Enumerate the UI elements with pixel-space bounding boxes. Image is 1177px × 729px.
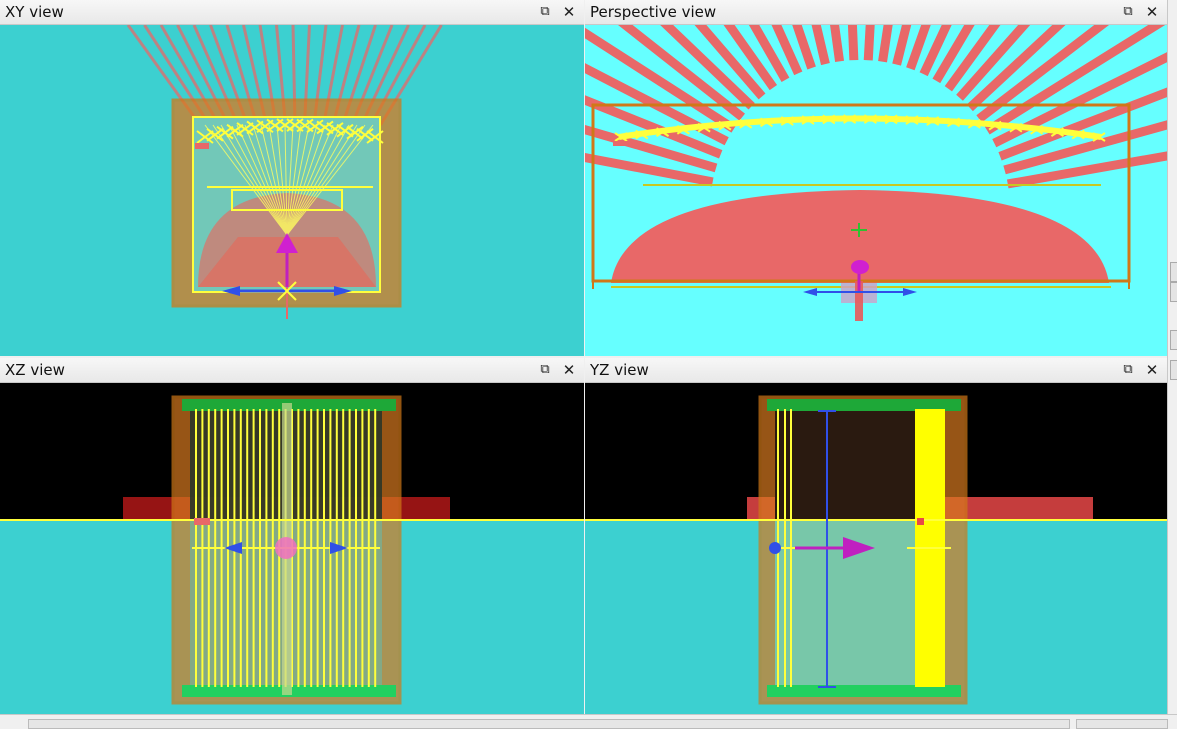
perspective-view-title: Perspective view xyxy=(590,3,717,21)
xz-scene xyxy=(0,383,584,714)
scrollbar-thumb[interactable] xyxy=(1076,719,1168,729)
xy-view-pane: XY view ⧉ ✕ xyxy=(0,0,584,356)
yz-viewport[interactable] xyxy=(585,383,1167,714)
close-icon[interactable]: ✕ xyxy=(1143,361,1161,379)
dock-tab-button[interactable] xyxy=(1170,360,1177,380)
bottom-scrollbar[interactable] xyxy=(0,714,1177,729)
marker-red xyxy=(195,143,209,149)
xz-view-pane: XZ view ⧉ ✕ xyxy=(0,358,584,714)
xz-view-title: XZ view xyxy=(5,361,65,379)
xz-viewport[interactable] xyxy=(0,383,584,714)
right-dock-strip xyxy=(1167,0,1177,727)
dock-tab-button[interactable] xyxy=(1170,330,1177,350)
close-icon[interactable]: ✕ xyxy=(1143,3,1161,21)
close-icon[interactable]: ✕ xyxy=(560,361,578,379)
float-window-icon[interactable]: ⧉ xyxy=(1119,361,1137,379)
gizmo-center xyxy=(275,537,297,559)
float-window-icon[interactable]: ⧉ xyxy=(536,3,554,21)
dock-tab-button[interactable] xyxy=(1170,262,1177,282)
perspective-scene xyxy=(585,25,1167,356)
perspective-view-titlebar[interactable]: Perspective view ⧉ ✕ xyxy=(585,0,1167,25)
perspective-view-pane: Perspective view ⧉ ✕ xyxy=(585,0,1167,356)
yz-view-titlebar[interactable]: YZ view ⧉ ✕ xyxy=(585,358,1167,383)
yz-scene xyxy=(585,383,1167,714)
xy-view-titlebar[interactable]: XY view ⧉ ✕ xyxy=(0,0,584,25)
float-window-icon[interactable]: ⧉ xyxy=(1119,3,1137,21)
dock-tab-button[interactable] xyxy=(1170,282,1177,302)
close-icon[interactable]: ✕ xyxy=(560,3,578,21)
xz-view-titlebar[interactable]: XZ view ⧉ ✕ xyxy=(0,358,584,383)
xy-scene xyxy=(0,25,584,356)
xy-view-title: XY view xyxy=(5,3,64,21)
yz-view-title: YZ view xyxy=(590,361,649,379)
xy-viewport[interactable] xyxy=(0,25,584,356)
float-window-icon[interactable]: ⧉ xyxy=(536,361,554,379)
scrollbar-track[interactable] xyxy=(28,719,1070,729)
yz-view-pane: YZ view ⧉ ✕ xyxy=(585,358,1167,714)
perspective-viewport[interactable] xyxy=(585,25,1167,356)
